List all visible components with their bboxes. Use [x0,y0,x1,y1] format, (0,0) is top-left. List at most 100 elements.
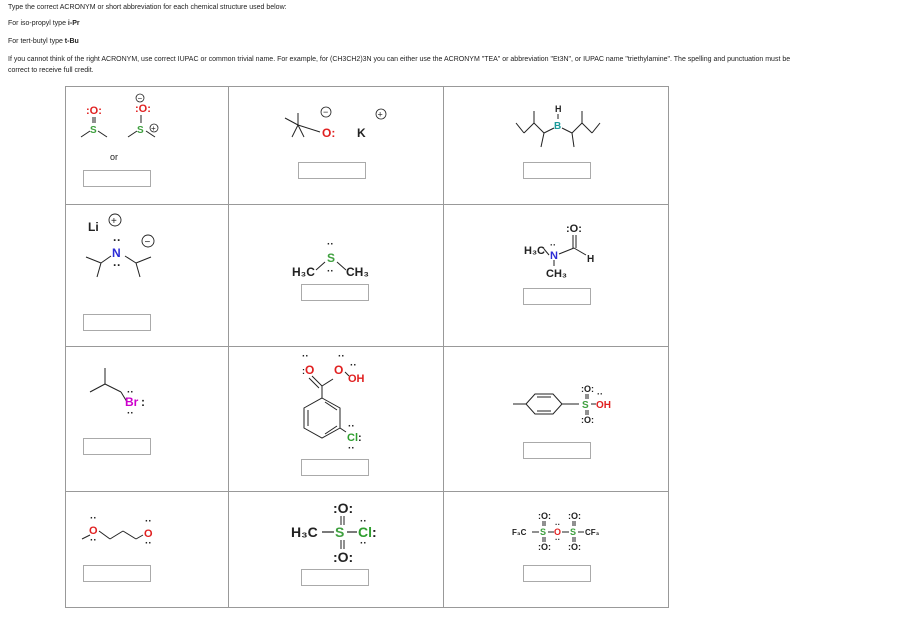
tbuok-oxygen-label: O: [322,126,335,140]
borane-structure: H B [515,104,601,148]
tf2o-oxygen-2-bottom: :O: [568,542,581,552]
dms-left-methyl: H₃C [292,265,315,279]
dms-sulfur-label: S [327,251,335,265]
mcpba-peroxy-oxygen: O [334,363,343,377]
instruction-ipr-code: i-Pr [67,20,80,27]
tsoh-sulfur-label: S [582,400,589,411]
dmf-hydrogen-label: H [587,254,594,265]
tsoh-top-oxygen: :O: [581,384,594,394]
ibr-br-lonepair-bottom: ·· [127,408,134,419]
dmf-n-methyl-label: CH₃ [546,268,567,280]
structure-cell-dmso: :O: S or − :O: S + [66,87,228,204]
answer-input-tsoh[interactable] [523,442,591,459]
tf2o-sulfur-2: S [570,527,576,537]
answer-input-tbuok[interactable] [298,162,366,179]
instruction-line-4: If you cannot think of the right ACRONYM… [8,56,791,63]
dmso-or-label: or [110,152,118,162]
mscl-bottom-oxygen: :O: [333,549,353,565]
dme-o1-lonepair-top: ·· [90,513,97,524]
answer-input-lda[interactable] [83,314,151,331]
mcpba-cl-lonepair-bottom: ·· [348,443,355,454]
structure-cell-tf2o: :O: :O: F₃C S ·· O ·· S CF₃ :O: :O: [443,491,670,609]
dmso-sulfur-label: S [90,125,97,136]
dmf-structure: :O: H₃C ·· N H CH₃ [524,223,594,280]
tsoh-oh-lonepair: ·· [597,389,603,399]
structure-cell-dmf: :O: H₃C ·· N H CH₃ [443,204,670,346]
answer-input-mcpba[interactable] [301,459,369,476]
tbuok-potassium-label: K [357,126,366,140]
structure-cell-ibr: ·· Br : ·· [66,346,228,491]
tbuok-plus-charge: + [378,110,383,120]
mscl-top-oxygen: :O: [333,500,353,516]
structure-cell-tsoh: :O: S ·· OH :O: [443,346,670,491]
structure-cell-tbuok: − O: K + [228,87,443,204]
tf2o-structure: :O: :O: F₃C S ·· O ·· S CF₃ :O: :O: [512,511,600,552]
instruction-line-3: For tert-butyl type t-Bu [8,37,79,46]
dms-s-lonepair-bottom: ·· [327,266,334,277]
tbuok-minus-charge: − [323,107,328,117]
structure-cell-dme: ·· O ·· ·· O ·· [66,491,228,609]
tf2o-left-cf3: F₃C [512,528,527,537]
instruction-tbu-code: t-Bu [64,38,79,45]
instruction-ipr-prefix: For iso-propyl type [8,20,68,27]
mcpba-hydroxyl-label: OH [348,373,365,385]
structure-cell-lda: Li + − ·· N ·· [66,204,228,346]
ibr-structure: ·· Br : ·· [89,368,145,419]
mcpba-oh-lonepair: ·· [350,360,357,371]
dmso-ylide-sulfur: S [137,125,144,136]
lda-n-lonepair-bottom: ·· [113,258,121,272]
answer-input-dmf[interactable] [523,288,591,305]
lda-n-lonepair-top: ·· [113,233,121,247]
instruction-line-1: Type the correct ACRONYM or short abbrev… [8,4,287,11]
dms-s-lonepair-top: ·· [327,239,334,250]
answer-input-tf2o[interactable] [523,565,591,582]
borane-boron-label: B [554,121,561,132]
lda-minus-charge: − [145,237,151,248]
answer-input-mscl[interactable] [301,569,369,586]
answer-input-dms[interactable] [301,284,369,301]
dmso-oxygen-label: :O: [86,105,102,117]
ibr-br-lonepair-right: : [141,395,145,409]
mscl-methyl-label: H₃C [291,524,318,540]
mcpba-o2-lonepair: ·· [338,351,345,362]
structure-cell-borane: H B [443,87,670,204]
answer-input-dme[interactable] [83,565,151,582]
structure-cell-dms: H₃C ·· S ·· CH₃ [228,204,443,346]
mscl-cl-lonepair-bottom: ·· [360,538,367,549]
borane-hydrogen-label: H [555,104,562,114]
dme-o2-lonepair-top: ·· [145,516,152,527]
tf2o-sulfur-1: S [540,527,546,537]
structure-cell-mcpba: ·· :O ·· O ·· OH ·· Cl: ·· [228,346,443,491]
tsoh-structure: :O: S ·· OH :O: [513,384,611,425]
tf2o-right-cf3: CF₃ [585,528,600,537]
mcpba-cl-lonepair-top: ·· [348,421,355,432]
dme-o2-lonepair-bottom: ·· [145,538,152,549]
dmso-plus-charge: + [151,124,156,133]
instruction-tbu-prefix: For tert-butyl type [8,38,65,45]
structure-grid: :O: S or − :O: S + − O: K + H B Li + − ·… [65,86,669,608]
tf2o-bridge-lonepair-bottom: ·· [555,535,560,544]
ibr-bromine-label: Br [125,395,139,409]
mcpba-o1-lonepair: ·· [302,351,309,362]
tf2o-oxygen-1-top: :O: [538,511,551,521]
mscl-sulfur-label: S [335,524,344,540]
lda-lithium-label: Li [88,220,99,234]
instruction-line-2: For iso-propyl type i-Pr [8,19,80,28]
answer-input-borane[interactable] [523,162,591,179]
mscl-structure: :O: H₃C S ·· Cl: ·· :O: [291,500,377,565]
mcpba-carbonyl-oxygen: :O [302,363,314,377]
answer-input-ibr[interactable] [83,438,151,455]
dmso-ylide-oxygen: :O: [135,103,151,115]
dms-right-methyl: CH₃ [346,265,369,279]
tf2o-oxygen-1-bottom: :O: [538,542,551,552]
tsoh-hydroxyl-label: OH [596,400,611,411]
dms-structure: H₃C ·· S ·· CH₃ [292,239,369,279]
dmf-oxygen-label: :O: [566,223,582,235]
dme-o1-lonepair-bottom: ·· [90,535,97,546]
dmf-n-lonepair: ·· [550,240,556,250]
instruction-line-5: correct to receive full credit. [8,67,94,74]
tbuok-structure: − O: K + [284,106,387,140]
dmf-methyl-label: H₃C [524,245,545,257]
lda-plus-charge: + [111,216,117,227]
answer-input-dmso[interactable] [83,170,151,187]
